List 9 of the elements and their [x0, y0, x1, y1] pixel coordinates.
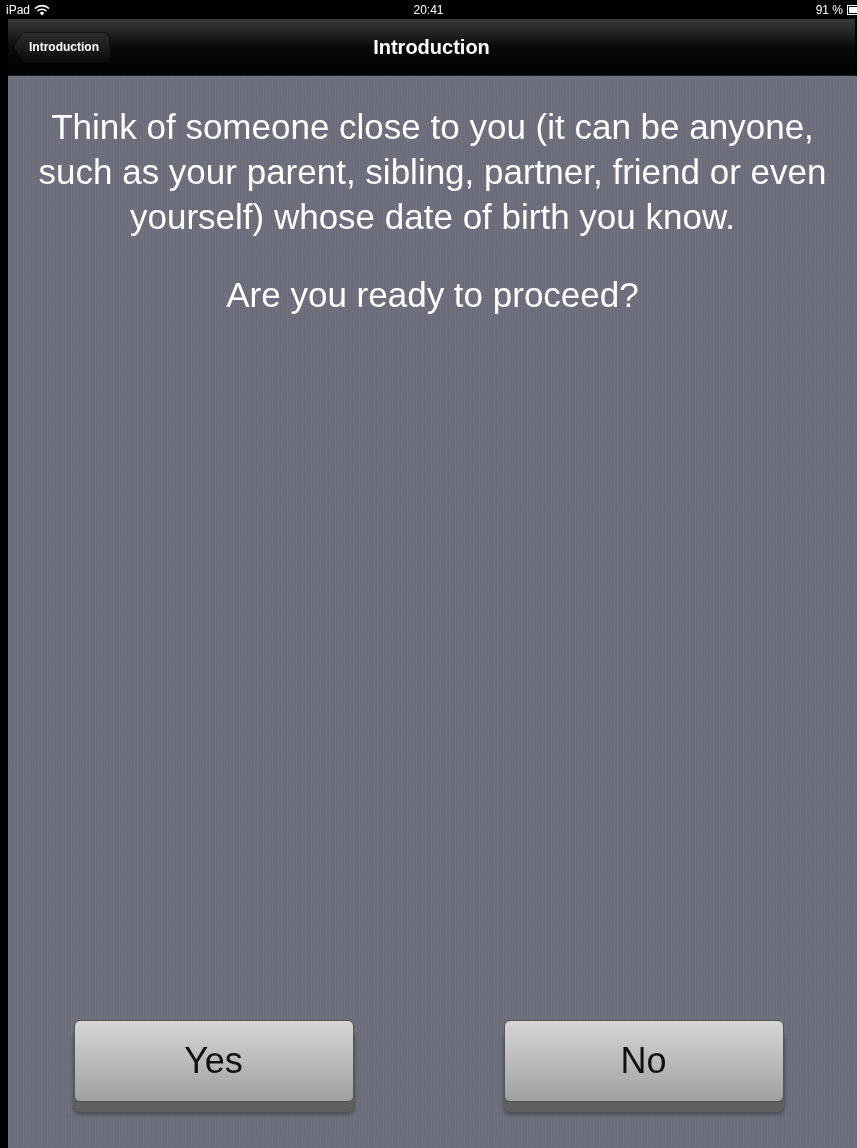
device-name: iPad	[6, 2, 31, 17]
clock: 20:41	[412, 2, 445, 17]
battery-icon	[847, 4, 857, 15]
wifi-icon	[34, 3, 51, 16]
question-text: Are you ready to proceed?	[226, 275, 639, 315]
battery-percent: 91 %	[815, 2, 843, 17]
page-title: Introduction	[373, 35, 490, 59]
back-button[interactable]: Introduction	[14, 32, 110, 62]
instruction-text: Think of someone close to you (it can be anyone, such as your parent, sibling, partner, friend or even yourself) whose date of birth you know.	[37, 106, 828, 238]
